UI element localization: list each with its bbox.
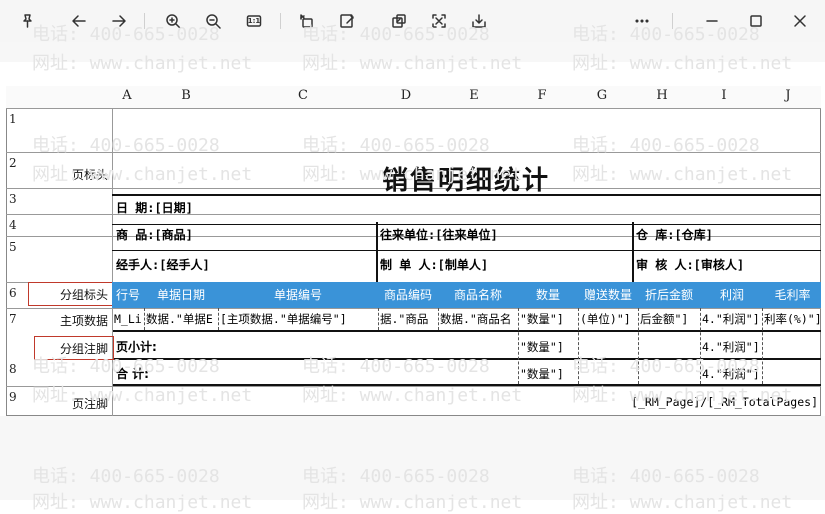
zoom-out-icon[interactable] (200, 8, 226, 34)
column-guide (518, 308, 519, 384)
grid-header-cell[interactable]: 折后金额 (638, 282, 700, 308)
column-guide (378, 308, 379, 330)
grid-header-cell[interactable]: 行号 (112, 282, 144, 308)
row-label-page-footer: 页注脚 (71, 397, 108, 411)
field-separator (112, 250, 821, 251)
image-viewer-toolbar: 1:1 (0, 0, 825, 42)
more-icon[interactable] (629, 8, 655, 34)
total-label: 合 计: (116, 367, 149, 381)
field-separator (376, 222, 378, 282)
row-separator (112, 330, 821, 332)
grid-header-cell[interactable]: 利润 (700, 282, 764, 308)
row-label-page-header: 页标头 (71, 168, 108, 182)
column-guide (578, 308, 579, 384)
field-separator (632, 222, 634, 282)
copy-icon[interactable] (386, 8, 412, 34)
report-sheet: A B C D E F G H I J 1 2 3 4 5 6 7 8 9 页标… (6, 86, 821, 416)
column-header: C (298, 88, 308, 103)
row-number: 1 (9, 112, 17, 126)
data-cell[interactable]: 据."商品 (380, 308, 438, 330)
actual-size-icon[interactable]: 1:1 (241, 8, 267, 34)
maker-field[interactable]: 制 单 人:[制单人] (380, 254, 488, 276)
column-guide (144, 308, 145, 330)
column-guide (762, 308, 763, 384)
data-cell[interactable]: 数据."单据E (146, 308, 218, 330)
grid-header-cell[interactable]: 单据日期 (144, 282, 218, 308)
crop-icon[interactable] (426, 8, 452, 34)
save-icon[interactable] (466, 8, 492, 34)
data-cell[interactable]: 后金额"] (640, 308, 700, 330)
row-separator (112, 358, 821, 360)
group-header-bar: 行号 单据日期 单据编号 商品编码 商品名称 数量 赠送数量 折后金额 利润 毛… (112, 282, 821, 308)
close-icon[interactable] (787, 8, 813, 34)
rotate-icon[interactable] (293, 8, 319, 34)
column-header: D (400, 88, 412, 103)
page-number-field[interactable]: [_RM_Page]/[_RM_TotalPages] (628, 391, 818, 413)
grid-header-cell[interactable]: 商品名称 (438, 282, 518, 308)
edit-icon[interactable] (334, 8, 360, 34)
maximize-icon[interactable] (743, 8, 769, 34)
grid-header-cell[interactable]: 商品编码 (378, 282, 438, 308)
data-cell[interactable]: (单位)"] (580, 308, 638, 330)
data-cell[interactable]: 4."利润"] (702, 308, 764, 330)
auditor-field[interactable]: 审 核 人:[审核人] (636, 254, 744, 276)
grid-header-cell[interactable]: 单据编号 (218, 282, 378, 308)
column-header: F (537, 88, 547, 103)
grid-header-cell[interactable]: 赠送数量 (578, 282, 638, 308)
toolbar-divider (144, 13, 145, 29)
grid-header-cell[interactable]: 毛利率 (764, 282, 821, 308)
zoom-in-icon[interactable] (160, 8, 186, 34)
subtotal-label: 页小计: (116, 340, 157, 354)
column-guide (700, 308, 701, 384)
column-header: G (596, 88, 608, 103)
column-header: H (656, 88, 668, 103)
date-field-box (112, 194, 821, 225)
forward-icon[interactable] (106, 8, 132, 34)
partner-field[interactable]: 往来单位:[往来单位] (380, 224, 498, 246)
row-number: 5 (9, 240, 17, 254)
row-label-main-data: 主项数据 (59, 314, 108, 328)
column-header: J (785, 88, 791, 103)
subtotal-profit[interactable]: 4."利润"] (702, 336, 762, 358)
row-number: 8 (9, 362, 17, 376)
report-title: 销售明细统计 (382, 166, 551, 196)
total-qty[interactable]: "数量"] (520, 363, 578, 385)
label-column-border (112, 108, 113, 416)
column-header: E (469, 88, 479, 103)
column-header: I (721, 88, 727, 103)
date-field[interactable]: 日 期:[日期] (116, 197, 193, 219)
grid-header-cell[interactable]: 数量 (518, 282, 578, 308)
warehouse-field[interactable]: 仓 库:[仓库] (636, 224, 713, 246)
data-cell[interactable]: 利率(%)"] (764, 308, 820, 330)
row-number: 3 (9, 192, 17, 206)
actual-size-label: 1:1 (247, 17, 261, 25)
handler-field[interactable]: 经手人:[经手人] (116, 254, 210, 276)
canvas-margin-bottom (0, 416, 825, 500)
canvas-margin-top (0, 42, 825, 62)
column-guide (218, 308, 219, 330)
row-label-group-header: 分组标头 (59, 288, 108, 302)
row-label-group-footer: 分组注脚 (59, 342, 108, 356)
column-guide (438, 308, 439, 330)
toolbar-divider (280, 13, 281, 29)
toolbar-divider (672, 13, 673, 29)
pin-icon[interactable] (14, 8, 40, 34)
data-cell[interactable]: "数量"] (520, 308, 578, 330)
column-guide (638, 308, 639, 384)
data-cell[interactable]: [主项数据."单据编号"] (220, 308, 380, 330)
column-header: A (122, 88, 132, 103)
row-separator (6, 386, 821, 387)
back-icon[interactable] (66, 8, 92, 34)
column-header: B (181, 88, 191, 103)
data-cell[interactable]: M_Li (114, 308, 146, 330)
subtotal-qty[interactable]: "数量"] (520, 336, 578, 358)
data-cell[interactable]: 数据."商品名 (440, 308, 518, 330)
product-field[interactable]: 商 品:[商品] (116, 224, 193, 246)
row-number: 4 (9, 218, 17, 232)
minimize-icon[interactable] (699, 8, 725, 34)
row-separator (6, 152, 821, 153)
total-profit[interactable]: 4."利润"] (702, 363, 762, 385)
